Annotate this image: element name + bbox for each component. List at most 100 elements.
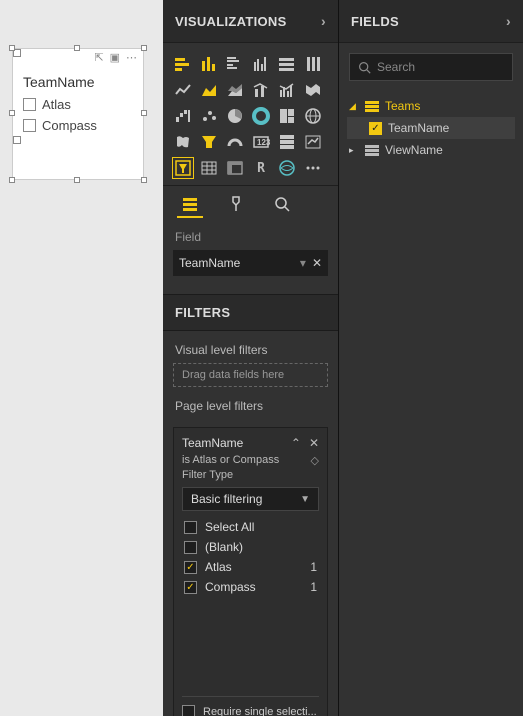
filter-option-label: Select All (205, 520, 254, 534)
field-value: TeamName (179, 256, 240, 270)
fields-pane: FIELDS › Search ◢ Teams ✓ TeamName ▸ Vie… (338, 0, 523, 716)
kpi-icon[interactable] (302, 131, 324, 153)
table-node[interactable]: ◢ Teams (347, 95, 515, 117)
filter-option[interactable]: ✓Compass1 (182, 577, 319, 597)
tab-fields[interactable] (177, 192, 203, 218)
field-name: TeamName (388, 121, 449, 135)
visual-slicer[interactable]: ⇱ ▣ ⋯ TeamName Atlas Compass (12, 48, 144, 180)
pie-icon[interactable] (224, 105, 246, 127)
visualizations-header[interactable]: VISUALIZATIONS › (163, 0, 338, 43)
tab-format[interactable] (223, 192, 249, 218)
filter-summary: is Atlas or Compass (182, 454, 279, 467)
search-input[interactable]: Search (349, 53, 513, 81)
tab-analytics[interactable] (269, 192, 295, 218)
checkbox-icon[interactable]: ✓ (369, 122, 382, 135)
filter-type-select[interactable]: Basic filtering ▼ (182, 487, 319, 511)
matrix-icon[interactable] (224, 157, 246, 179)
100-stacked-column-icon[interactable] (302, 53, 324, 75)
expand-icon[interactable]: ◢ (349, 101, 359, 112)
visual-gallery: 123 R (163, 43, 338, 185)
checkbox-icon[interactable] (184, 521, 197, 534)
checkbox-icon[interactable] (23, 119, 36, 132)
fields-header[interactable]: FIELDS › (339, 0, 523, 43)
field-tree: ◢ Teams ✓ TeamName ▸ ViewName (339, 91, 523, 165)
page-filters-label: Page level filters (173, 387, 328, 419)
clustered-bar-icon[interactable] (224, 53, 246, 75)
expand-icon[interactable]: ▸ (349, 145, 359, 156)
chevron-down-icon[interactable]: ▾ (300, 256, 306, 270)
field-well[interactable]: TeamName ▾ ✕ (173, 250, 328, 276)
multi-row-card-icon[interactable] (276, 131, 298, 153)
chevron-right-icon[interactable]: › (506, 13, 511, 29)
clear-filter-icon[interactable]: ◇ (311, 454, 319, 467)
scatter-icon[interactable] (198, 105, 220, 127)
filter-option-count: 1 (310, 560, 317, 574)
visual-more-icon[interactable]: ⋯ (126, 53, 137, 64)
filter-option[interactable]: Select All (182, 517, 319, 537)
card-icon[interactable]: 123 (250, 131, 272, 153)
checkbox-icon[interactable]: ✓ (184, 561, 197, 574)
clustered-column-icon[interactable] (250, 53, 272, 75)
require-single-label: Require single selecti... (203, 706, 317, 716)
stacked-column-icon[interactable] (198, 53, 220, 75)
combo-chart2-icon[interactable] (276, 79, 298, 101)
line-chart-icon[interactable] (172, 79, 194, 101)
filter-option-label: Atlas (205, 560, 232, 574)
map-icon[interactable] (302, 105, 324, 127)
table-icon (365, 101, 379, 112)
more-visuals-icon[interactable] (302, 157, 324, 179)
filter-card: TeamName ⌃ ✕ is Atlas or Compass ◇ Filte… (173, 427, 328, 716)
donut-icon[interactable] (250, 105, 272, 127)
visual-filter-dropzone[interactable]: Drag data fields here (173, 363, 328, 387)
filter-option[interactable]: (Blank) (182, 537, 319, 557)
remove-filter-icon[interactable]: ✕ (309, 436, 319, 450)
field-section-label: Field (163, 218, 338, 250)
remove-field-icon[interactable]: ✕ (312, 256, 322, 270)
slicer-item[interactable]: Atlas (13, 94, 143, 115)
slicer-item-label: Atlas (42, 97, 71, 112)
report-canvas[interactable]: ⇱ ▣ ⋯ TeamName Atlas Compass (0, 0, 163, 716)
filter-field-name: TeamName (182, 436, 243, 450)
ribbon-chart-icon[interactable] (302, 79, 324, 101)
table-icon[interactable] (198, 157, 220, 179)
format-tabs (163, 185, 338, 218)
arcgis-icon[interactable] (276, 157, 298, 179)
combo-chart-icon[interactable] (250, 79, 272, 101)
checkbox-icon[interactable] (182, 705, 195, 716)
field-node[interactable]: ▸ ViewName (347, 139, 515, 161)
treemap-icon[interactable] (276, 105, 298, 127)
visual-filters-label: Visual level filters (173, 331, 328, 363)
filter-option-label: (Blank) (205, 540, 243, 554)
search-icon (358, 61, 371, 74)
pane-title: VISUALIZATIONS (175, 14, 287, 29)
stacked-bar-icon[interactable] (172, 53, 194, 75)
checkbox-icon[interactable]: ✓ (184, 581, 197, 594)
funnel-icon[interactable] (198, 131, 220, 153)
gauge-icon[interactable] (224, 131, 246, 153)
100-stacked-bar-icon[interactable] (276, 53, 298, 75)
svg-text:123: 123 (257, 138, 270, 147)
filter-option[interactable]: ✓ Atlas 1 (182, 557, 319, 577)
collapse-icon[interactable]: ⌃ (291, 436, 301, 450)
slicer-item[interactable]: Compass (13, 115, 143, 136)
visualizations-pane: VISUALIZATIONS › 123 R (163, 0, 338, 716)
table-name: Teams (385, 99, 420, 113)
visual-popout-icon[interactable]: ▣ (110, 53, 120, 64)
checkbox-icon[interactable] (23, 98, 36, 111)
chevron-right-icon[interactable]: › (321, 13, 326, 29)
area-chart-icon[interactable] (198, 79, 220, 101)
stacked-area-icon[interactable] (224, 79, 246, 101)
filled-map-icon[interactable] (172, 131, 194, 153)
waterfall-icon[interactable] (172, 105, 194, 127)
field-node[interactable]: ✓ TeamName (347, 117, 515, 139)
require-single-selection[interactable]: Require single selecti... (182, 696, 319, 716)
r-visual-icon[interactable]: R (250, 157, 272, 179)
search-placeholder: Search (377, 60, 415, 74)
filter-type-label: Filter Type (182, 469, 319, 481)
visual-focus-icon[interactable]: ⇱ (94, 53, 103, 64)
slicer-icon[interactable] (172, 157, 194, 179)
checkbox-icon[interactable] (184, 541, 197, 554)
filter-option-label: Compass (205, 580, 256, 594)
pane-title: FIELDS (351, 14, 399, 29)
visual-title: TeamName (13, 67, 143, 94)
